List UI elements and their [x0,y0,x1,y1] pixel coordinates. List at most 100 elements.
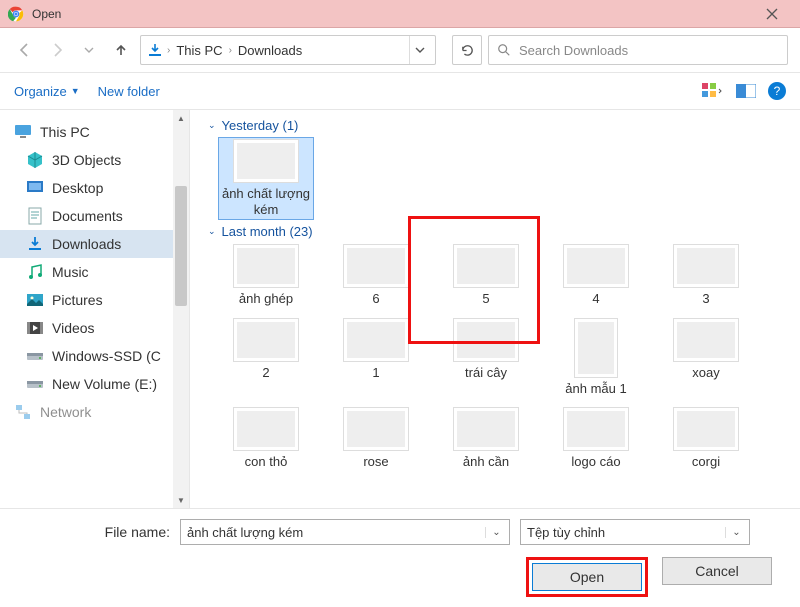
sidebar-item-downloads[interactable]: Downloads [0,230,189,258]
group-header-label: Last month (23) [222,224,313,239]
sidebar-item-videos[interactable]: Videos [0,314,189,342]
sidebar-item-new-volume-e-[interactable]: New Volume (E:) [0,370,189,398]
preview-pane-button[interactable] [734,79,758,103]
new-folder-button[interactable]: New folder [98,84,160,99]
cube-icon [26,151,44,169]
file-name-label: 1 [372,365,379,381]
file-name-label: trái cây [465,365,507,381]
file-item[interactable]: ảnh ghép [218,243,314,309]
file-thumbnail [674,319,738,361]
address-dropdown[interactable] [409,36,429,64]
search-icon [497,43,511,57]
sidebar-item-3d-objects[interactable]: 3D Objects [0,146,189,174]
file-name-label: con thỏ [245,454,288,470]
address-bar[interactable]: › This PC › Downloads [140,35,436,65]
drive-icon [26,347,44,365]
forward-button[interactable] [44,37,70,63]
file-name-label: xoay [692,365,719,381]
scroll-up-icon[interactable]: ▲ [173,110,189,126]
nav-row: › This PC › Downloads Search Downloads [0,28,800,72]
bottom-panel: File name: ảnh chất lượng kém ⌄ Tệp tùy … [0,509,800,607]
close-button[interactable] [752,0,792,28]
view-mode-button[interactable] [700,79,724,103]
file-thumbnail [344,319,408,361]
file-thumbnail [234,245,298,287]
organize-menu[interactable]: Organize ▼ [14,84,80,99]
file-item[interactable]: 5 [438,243,534,309]
sidebar-item-this-pc[interactable]: This PC [0,118,189,146]
file-thumbnail [674,245,738,287]
sidebar-item-label: This PC [40,124,90,140]
file-item[interactable]: 2 [218,317,314,399]
group-header[interactable]: ⌄Yesterday (1) [208,118,790,133]
desktop-icon [26,179,44,197]
open-button[interactable]: Open [532,563,642,591]
file-item[interactable]: 6 [328,243,424,309]
help-button[interactable]: ? [768,82,786,100]
sidebar-item-music[interactable]: Music [0,258,189,286]
sidebar-item-label: Downloads [52,236,121,252]
file-thumbnail [454,245,518,287]
file-name-label: File name: [20,524,170,540]
download-icon [26,235,44,253]
file-name-label: ảnh ghép [239,291,293,307]
breadcrumb-this-pc[interactable]: This PC [174,43,224,58]
open-button-label: Open [570,569,604,585]
refresh-button[interactable] [452,35,482,65]
file-item[interactable]: corgi [658,406,754,472]
sidebar-item-documents[interactable]: Documents [0,202,189,230]
up-button[interactable] [108,37,134,63]
chevron-down-icon: ⌄ [485,527,503,538]
file-item[interactable]: ảnh mẫu 1 [548,317,644,399]
file-item[interactable]: ảnh chất lượng kém [218,137,314,220]
file-name-value: ảnh chất lượng kém [187,525,485,540]
file-item[interactable]: trái cây [438,317,534,399]
search-placeholder: Search Downloads [519,43,628,58]
sidebar-item-label: Network [40,404,91,420]
file-item[interactable]: con thỏ [218,406,314,472]
chevron-right-icon: › [167,45,170,56]
file-content-area[interactable]: ⌄Yesterday (1) ảnh chất lượng kém ⌄Last mo… [190,110,800,508]
file-item[interactable]: rose [328,406,424,472]
file-thumbnail [564,245,628,287]
group-header-label: Yesterday (1) [222,118,299,133]
file-item[interactable]: xoay [658,317,754,399]
file-name-label: 6 [372,291,379,307]
window-title: Open [32,7,752,21]
file-type-combobox[interactable]: Tệp tùy chỉnh ⌄ [520,519,750,545]
file-item[interactable]: 4 [548,243,644,309]
network-icon [14,403,32,421]
scroll-down-icon[interactable]: ▼ [173,492,189,508]
file-thumbnail [564,408,628,450]
file-item[interactable]: 3 [658,243,754,309]
group-header[interactable]: ⌄Last month (23) [208,224,790,239]
monitor-icon [14,123,32,141]
scroll-thumb[interactable] [175,186,187,306]
file-item[interactable]: logo cáo [548,406,644,472]
recent-dropdown[interactable] [76,37,102,63]
file-thumbnail [454,319,518,361]
file-grid: ảnh ghép 6 5 4 3 2 1 trái cây ảnh mẫu 1 xoay con t… [200,243,790,472]
file-item[interactable]: 1 [328,317,424,399]
file-item[interactable]: ảnh cần [438,406,534,472]
cancel-button-label: Cancel [695,563,739,579]
chrome-icon [8,6,24,22]
file-type-value: Tệp tùy chỉnh [527,525,725,540]
sidebar-item-windows-ssd-c[interactable]: Windows-SSD (C [0,342,189,370]
chevron-down-icon: ▼ [71,86,80,96]
sidebar-scrollbar[interactable]: ▲ ▼ [173,110,189,508]
sidebar-item-desktop[interactable]: Desktop [0,174,189,202]
breadcrumb-downloads[interactable]: Downloads [236,43,304,58]
back-button[interactable] [12,37,38,63]
sidebar-item-pictures[interactable]: Pictures [0,286,189,314]
file-name-combobox[interactable]: ảnh chất lượng kém ⌄ [180,519,510,545]
search-box[interactable]: Search Downloads [488,35,788,65]
file-name-label: 4 [592,291,599,307]
file-thumbnail [234,408,298,450]
file-grid: ảnh chất lượng kém [200,137,790,220]
sidebar-item-network[interactable]: Network [0,398,189,426]
file-thumbnail [234,319,298,361]
file-thumbnail [674,408,738,450]
titlebar: Open [0,0,800,28]
downloads-folder-icon [147,42,163,58]
